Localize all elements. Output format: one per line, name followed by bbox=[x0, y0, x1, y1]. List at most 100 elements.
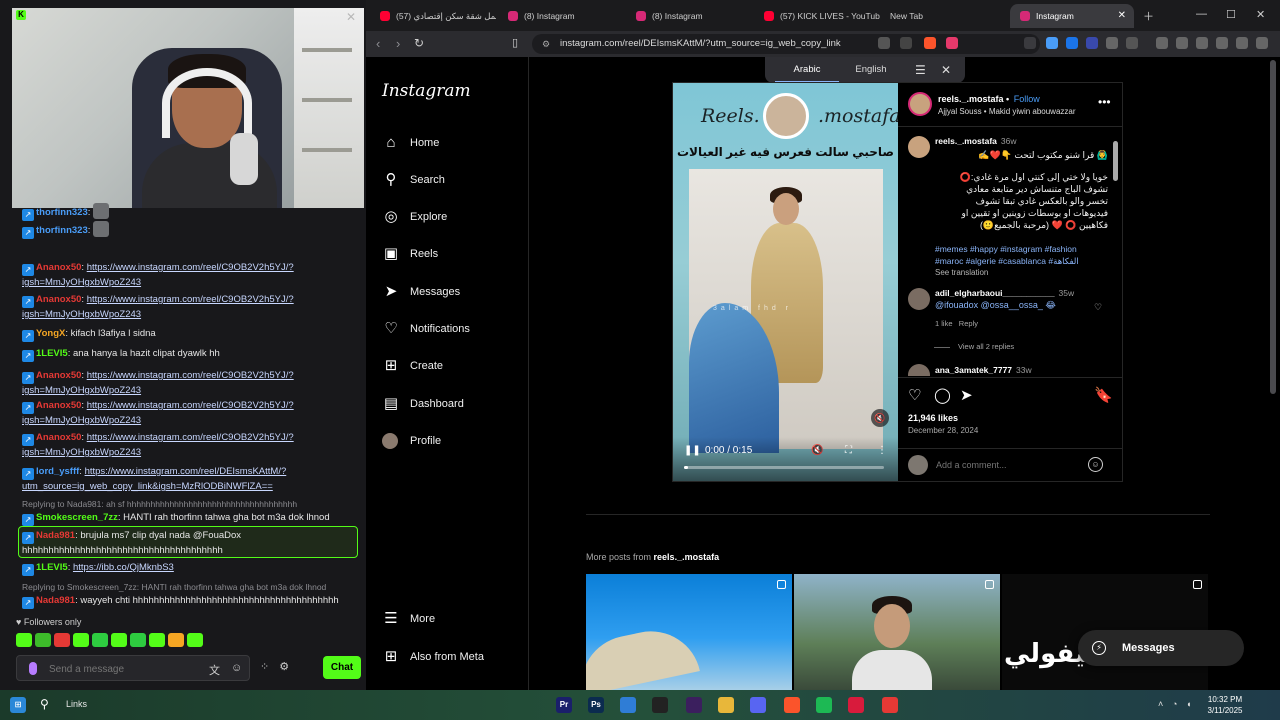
chat-username[interactable]: 1LEVI5 bbox=[36, 562, 68, 573]
chat-username[interactable]: thorfinn323 bbox=[36, 225, 88, 236]
emote-icon[interactable] bbox=[54, 633, 70, 647]
reel-video[interactable]: Reels. .mostafa صاحبي سالت فعرس فيه غير … bbox=[673, 83, 898, 481]
add-comment-input[interactable] bbox=[936, 457, 1086, 473]
volume-icon[interactable]: ◖ bbox=[1186, 699, 1191, 709]
comments-scroll[interactable]: reels._.mostafa 36w 🙆‍♂️ قرا شنو مكتوب لت… bbox=[898, 128, 1122, 376]
translate-lang-english[interactable]: English bbox=[839, 57, 903, 83]
chat-username[interactable]: Smokescreen_7zz bbox=[36, 512, 118, 523]
reply-context[interactable]: Replying to Smokescreen_7zz: HANTI rah t… bbox=[22, 581, 362, 594]
more-options-icon[interactable]: ⋮ bbox=[877, 445, 887, 456]
volume-mute-icon[interactable]: 🔇 bbox=[811, 445, 823, 456]
like-heart-icon[interactable]: ♡ bbox=[908, 386, 921, 404]
nav-also-from-meta[interactable]: ⊞ Also from Meta bbox=[382, 647, 484, 667]
close-tab-icon[interactable]: ✕ bbox=[1118, 4, 1126, 28]
forward-icon[interactable]: › bbox=[396, 36, 400, 51]
chat-username[interactable]: YongX bbox=[36, 328, 65, 339]
post-thumbnail[interactable] bbox=[586, 574, 792, 690]
windows-start-icon[interactable]: ⊞ bbox=[10, 697, 26, 713]
menu-icon[interactable] bbox=[1256, 37, 1268, 49]
emote-icon[interactable] bbox=[149, 633, 165, 647]
close-window-icon[interactable]: ✕ bbox=[1256, 8, 1265, 21]
comment-username[interactable]: adil_elgharbaoui___________ 35w bbox=[935, 288, 1074, 298]
search-icon[interactable]: ⚲ bbox=[40, 697, 49, 711]
brave-icon[interactable] bbox=[784, 697, 800, 713]
chat-username[interactable]: Nada981 bbox=[36, 530, 75, 541]
chat-input-box[interactable]: 文 ☺ bbox=[16, 655, 250, 681]
capcut-icon[interactable] bbox=[652, 697, 668, 713]
aftereffects-icon[interactable] bbox=[686, 697, 702, 713]
emote-icon[interactable] bbox=[111, 633, 127, 647]
translate-page-icon[interactable] bbox=[878, 37, 890, 49]
chat-message-input[interactable] bbox=[49, 660, 199, 678]
emote-icon[interactable] bbox=[187, 633, 203, 647]
emote-icon[interactable] bbox=[168, 633, 184, 647]
share-send-icon[interactable]: ➤ bbox=[960, 386, 973, 404]
url-bar[interactable]: ⚙ instagram.com/reel/DEIsmsKAttM/?utm_so… bbox=[532, 34, 1040, 54]
extension-icon[interactable] bbox=[1024, 37, 1036, 49]
translate-icon[interactable]: 文 bbox=[209, 662, 220, 678]
tab-new-tab[interactable]: New Tab bbox=[882, 4, 1008, 28]
wallet-icon[interactable] bbox=[1196, 37, 1208, 49]
emoji-icon[interactable]: ☺ bbox=[231, 662, 242, 674]
emote-icon[interactable] bbox=[73, 633, 89, 647]
fullscreen-icon[interactable]: ⛶ bbox=[845, 445, 852, 456]
tab-instagram-1[interactable]: (8) Instagram bbox=[498, 4, 624, 28]
video-progress-bar[interactable] bbox=[684, 466, 884, 469]
nav-dashboard[interactable]: ▤ Dashboard bbox=[382, 394, 464, 414]
more-options-icon[interactable]: ••• bbox=[1098, 95, 1111, 109]
extension-icon[interactable] bbox=[1066, 37, 1078, 49]
microphone-icon[interactable] bbox=[29, 662, 37, 675]
discord-icon[interactable] bbox=[750, 697, 766, 713]
nav-search[interactable]: ⚲ Search bbox=[382, 170, 445, 190]
nav-more[interactable]: ☰ More bbox=[382, 609, 435, 629]
chat-username[interactable]: Ananox50 bbox=[36, 294, 81, 305]
close-icon[interactable]: ✕ bbox=[346, 10, 356, 24]
audio-info[interactable]: Ajjyal Souss • Makid yiwin abouwazzar bbox=[938, 107, 1076, 116]
comment-text[interactable]: @ifouadox @ossa__ossa_ 😂 bbox=[935, 300, 1056, 311]
spotify-icon[interactable] bbox=[816, 697, 832, 713]
music-icon[interactable] bbox=[1156, 37, 1168, 49]
vpn-icon[interactable] bbox=[1236, 37, 1248, 49]
reply-link[interactable]: Reply bbox=[959, 319, 978, 328]
nav-profile[interactable]: Profile bbox=[382, 431, 441, 451]
pause-icon[interactable]: ❚❚ bbox=[684, 445, 701, 456]
bookmark-icon[interactable]: ▯ bbox=[512, 36, 518, 49]
tab-youtube-kick[interactable]: (57) KICK LIVES - YouTube bbox=[754, 4, 880, 28]
caption-username[interactable]: reels._.mostafa 36w bbox=[935, 136, 1017, 146]
site-settings-icon[interactable]: ⚙ bbox=[542, 39, 552, 49]
more-posts-username[interactable]: reels._.mostafa bbox=[654, 552, 720, 562]
app-icon[interactable] bbox=[848, 697, 864, 713]
comment-icon[interactable]: ◯ bbox=[934, 386, 951, 404]
chevron-up-icon[interactable]: ˄ bbox=[1158, 699, 1163, 709]
nav-home[interactable]: ⌂ Home bbox=[382, 133, 439, 153]
save-bookmark-icon[interactable]: 🔖 bbox=[1094, 386, 1113, 404]
translate-lang-arabic[interactable]: Arabic bbox=[775, 57, 839, 83]
share-icon[interactable] bbox=[900, 37, 912, 49]
chat-username[interactable]: Ananox50 bbox=[36, 432, 81, 443]
emote-icon[interactable] bbox=[92, 633, 108, 647]
tab-youtube-arabic[interactable]: (57) أجمل شقة سكن إقتصادي bbox=[370, 4, 496, 28]
chat-username[interactable]: 1LEVI5 bbox=[36, 348, 68, 359]
close-icon[interactable]: ✕ bbox=[941, 63, 951, 77]
chat-link[interactable]: https://ibb.co/QjMknbS3 bbox=[73, 562, 174, 573]
chat-username[interactable]: Ananox50 bbox=[36, 400, 81, 411]
emote-bar[interactable] bbox=[16, 633, 203, 649]
messages-button[interactable]: ⚡ Messages bbox=[1078, 630, 1244, 666]
app-icon[interactable] bbox=[882, 697, 898, 713]
chat-username[interactable]: Nada981 bbox=[36, 595, 75, 606]
comments-scrollbar[interactable] bbox=[1113, 131, 1118, 371]
follow-button[interactable]: Follow bbox=[1014, 94, 1040, 104]
new-tab-plus-icon[interactable]: ＋ bbox=[1143, 8, 1154, 24]
tab-instagram-2[interactable]: (8) Instagram bbox=[626, 4, 752, 28]
comment-like-icon[interactable]: ♡ bbox=[1094, 302, 1102, 313]
sidebar-icon[interactable] bbox=[1176, 37, 1188, 49]
tab-instagram-active[interactable]: Instagram ✕ bbox=[1010, 4, 1134, 28]
nav-reels[interactable]: ▣ Reels bbox=[382, 244, 438, 264]
back-icon[interactable]: ‹ bbox=[376, 36, 380, 51]
brave-rewards-icon[interactable] bbox=[946, 37, 958, 49]
network-icon[interactable]: ◔ bbox=[1172, 699, 1177, 709]
puzzle-icon[interactable] bbox=[1106, 37, 1118, 49]
extension-icon[interactable] bbox=[1046, 37, 1058, 49]
view-replies-link[interactable]: View all 2 replies bbox=[933, 342, 1014, 351]
leo-icon[interactable] bbox=[1216, 37, 1228, 49]
